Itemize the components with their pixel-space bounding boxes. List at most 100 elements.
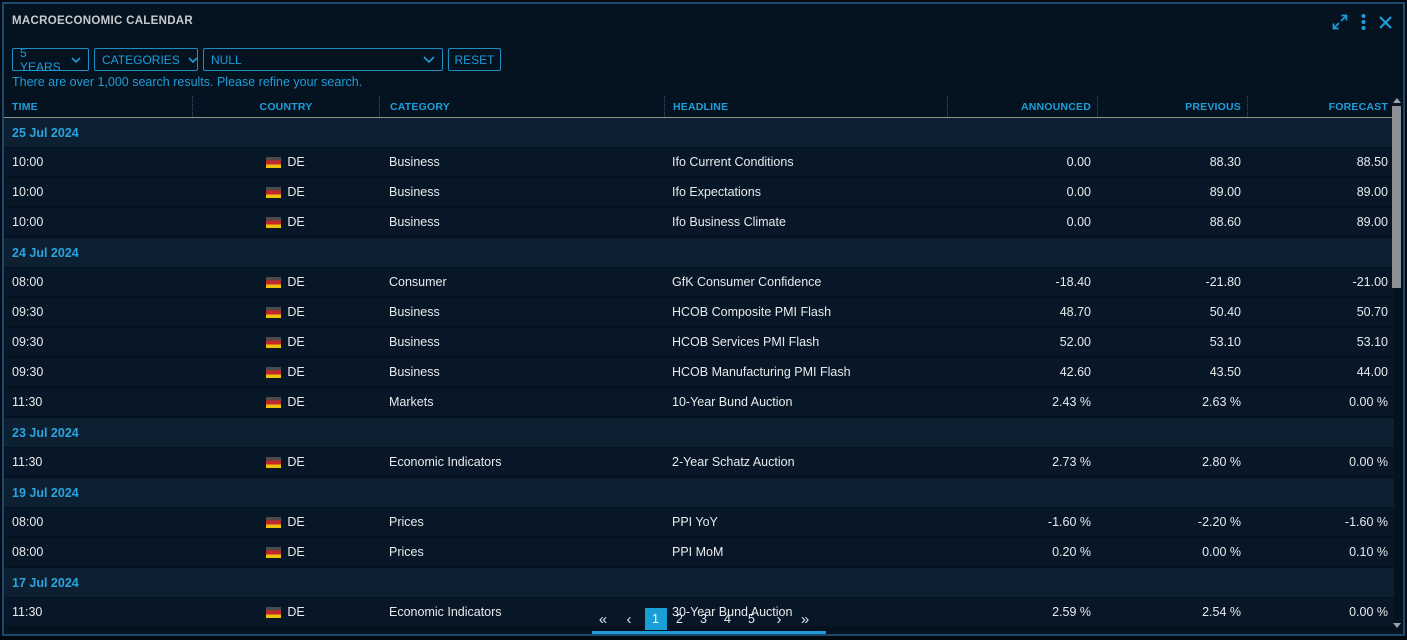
- headline-cell: GfK Consumer Confidence: [664, 275, 947, 289]
- germany-flag-icon: [266, 277, 281, 288]
- page-button-1[interactable]: 1: [645, 608, 667, 630]
- germany-flag-icon: [266, 367, 281, 378]
- event-row[interactable]: 11:30DEEconomic Indicators2-Year Schatz …: [4, 448, 1394, 478]
- date-group-row: 25 Jul 2024: [4, 118, 1394, 148]
- page-button-4[interactable]: 4: [717, 608, 739, 630]
- kebab-menu-icon[interactable]: [1361, 13, 1366, 31]
- announced-cell: 2.73 %: [947, 455, 1097, 469]
- date-group-row: 24 Jul 2024: [4, 238, 1394, 268]
- germany-flag-icon: [266, 397, 281, 408]
- event-row[interactable]: 10:00DEBusinessIfo Current Conditions0.0…: [4, 148, 1394, 178]
- announced-cell: 0.00: [947, 185, 1097, 199]
- previous-cell: 89.00: [1097, 185, 1247, 199]
- previous-cell: 53.10: [1097, 335, 1247, 349]
- country-cell: DE: [192, 605, 379, 619]
- calendar-table: TIME COUNTRY CATEGORY HEADLINE ANNOUNCED…: [4, 96, 1394, 634]
- time-cell: 08:00: [4, 275, 192, 289]
- page-button-5[interactable]: 5: [741, 608, 763, 630]
- vertical-scrollbar: [1392, 98, 1402, 616]
- previous-cell: -21.80: [1097, 275, 1247, 289]
- period-select-value: 5 YEARS: [20, 46, 63, 74]
- announced-cell: -1.60 %: [947, 515, 1097, 529]
- germany-flag-icon: [266, 517, 281, 528]
- column-header-previous[interactable]: PREVIOUS: [1097, 96, 1247, 117]
- country-select-value: NULL: [211, 53, 242, 67]
- headline-cell: Ifo Current Conditions: [664, 155, 947, 169]
- prev-page-button[interactable]: ‹: [618, 608, 640, 630]
- next-page-button[interactable]: ›: [768, 608, 790, 630]
- germany-flag-icon: [266, 457, 281, 468]
- first-page-button[interactable]: «: [592, 608, 614, 630]
- previous-cell: 2.80 %: [1097, 455, 1247, 469]
- event-row[interactable]: 09:30DEBusinessHCOB Manufacturing PMI Fl…: [4, 358, 1394, 388]
- country-code: DE: [287, 305, 304, 319]
- category-cell: Markets: [379, 395, 664, 409]
- forecast-cell: -1.60 %: [1247, 515, 1394, 529]
- headline-cell: HCOB Manufacturing PMI Flash: [664, 365, 947, 379]
- last-page-button[interactable]: »: [794, 608, 816, 630]
- category-cell: Business: [379, 365, 664, 379]
- filter-bar: 5 YEARS CATEGORIES NULL RESET: [12, 48, 501, 71]
- announced-cell: -18.40: [947, 275, 1097, 289]
- event-row[interactable]: 09:30DEBusinessHCOB Composite PMI Flash4…: [4, 298, 1394, 328]
- categories-select[interactable]: CATEGORIES: [94, 48, 198, 71]
- country-code: DE: [287, 515, 304, 529]
- column-header-time[interactable]: TIME: [4, 96, 192, 117]
- announced-cell: 2.59 %: [947, 605, 1097, 619]
- table-header-row: TIME COUNTRY CATEGORY HEADLINE ANNOUNCED…: [4, 96, 1394, 118]
- announced-cell: 52.00: [947, 335, 1097, 349]
- country-code: DE: [287, 215, 304, 229]
- time-cell: 11:30: [4, 455, 192, 469]
- country-select[interactable]: NULL: [203, 48, 443, 71]
- event-row[interactable]: 09:30DEBusinessHCOB Services PMI Flash52…: [4, 328, 1394, 358]
- macroeconomic-calendar-window: MACROECONOMIC CALENDAR 5 YEARS: [2, 2, 1405, 636]
- country-code: DE: [287, 335, 304, 349]
- germany-flag-icon: [266, 217, 281, 228]
- scroll-down-icon[interactable]: [1393, 623, 1401, 628]
- column-header-forecast[interactable]: FORECAST: [1247, 96, 1394, 117]
- event-row[interactable]: 08:00DEPricesPPI YoY-1.60 %-2.20 %-1.60 …: [4, 508, 1394, 538]
- germany-flag-icon: [266, 157, 281, 168]
- horizontal-scrollbar-thumb[interactable]: [592, 631, 826, 634]
- germany-flag-icon: [266, 187, 281, 198]
- time-cell: 09:30: [4, 335, 192, 349]
- forecast-cell: 0.00 %: [1247, 605, 1394, 619]
- germany-flag-icon: [266, 337, 281, 348]
- date-group-label: 19 Jul 2024: [12, 486, 79, 500]
- category-cell: Business: [379, 215, 664, 229]
- page-button-2[interactable]: 2: [669, 608, 691, 630]
- country-cell: DE: [192, 155, 379, 169]
- announced-cell: 0.00: [947, 215, 1097, 229]
- event-row[interactable]: 08:00DEConsumerGfK Consumer Confidence-1…: [4, 268, 1394, 298]
- country-code: DE: [287, 155, 304, 169]
- vertical-scrollbar-thumb[interactable]: [1392, 106, 1401, 288]
- reset-button[interactable]: RESET: [448, 48, 501, 71]
- announced-cell: 0.00: [947, 155, 1097, 169]
- category-cell: Consumer: [379, 275, 664, 289]
- column-header-category[interactable]: CATEGORY: [379, 96, 664, 117]
- expand-icon[interactable]: [1331, 13, 1349, 31]
- close-icon[interactable]: [1378, 15, 1393, 30]
- country-cell: DE: [192, 185, 379, 199]
- germany-flag-icon: [266, 547, 281, 558]
- date-group-row: 23 Jul 2024: [4, 418, 1394, 448]
- event-row[interactable]: 10:00DEBusinessIfo Expectations0.0089.00…: [4, 178, 1394, 208]
- event-row[interactable]: 08:00DEPricesPPI MoM0.20 %0.00 %0.10 %: [4, 538, 1394, 568]
- chevron-down-icon: [71, 57, 81, 63]
- column-header-announced[interactable]: ANNOUNCED: [947, 96, 1097, 117]
- page-button-3[interactable]: 3: [693, 608, 715, 630]
- column-header-headline[interactable]: HEADLINE: [664, 96, 947, 117]
- forecast-cell: 53.10: [1247, 335, 1394, 349]
- pagination-pages: 12345: [644, 608, 764, 630]
- column-header-country[interactable]: COUNTRY: [192, 96, 379, 117]
- event-row[interactable]: 11:30DEMarkets10-Year Bund Auction2.43 %…: [4, 388, 1394, 418]
- event-row[interactable]: 10:00DEBusinessIfo Business Climate0.008…: [4, 208, 1394, 238]
- germany-flag-icon: [266, 607, 281, 618]
- headline-cell: Ifo Business Climate: [664, 215, 947, 229]
- country-code: DE: [287, 545, 304, 559]
- country-cell: DE: [192, 515, 379, 529]
- period-select[interactable]: 5 YEARS: [12, 48, 89, 71]
- forecast-cell: 0.00 %: [1247, 455, 1394, 469]
- scroll-up-icon[interactable]: [1393, 98, 1401, 103]
- time-cell: 08:00: [4, 515, 192, 529]
